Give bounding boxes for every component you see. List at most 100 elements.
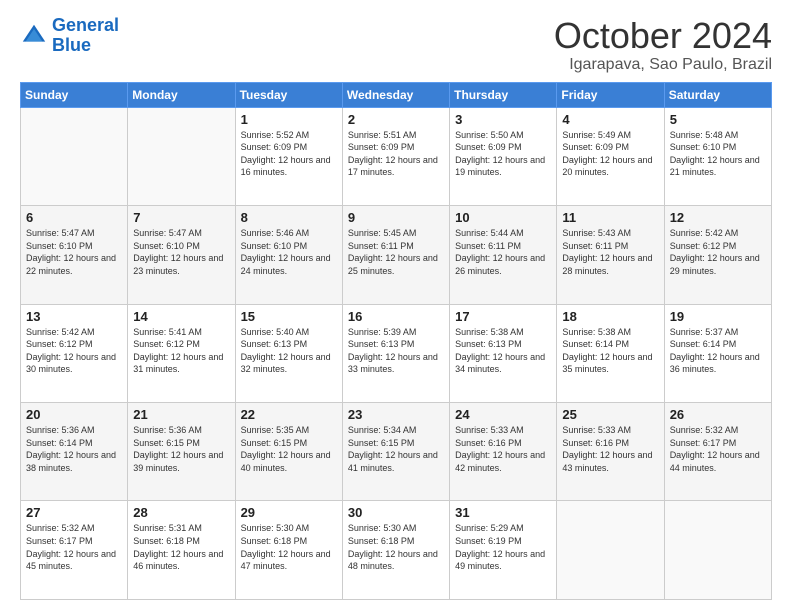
calendar-body: 1Sunrise: 5:52 AMSunset: 6:09 PMDaylight…	[21, 107, 772, 599]
day-info: Sunrise: 5:30 AMSunset: 6:18 PMDaylight:…	[241, 522, 337, 572]
calendar-cell: 12 Sunrise: 5:42 AMSunset: 6:12 PMDayligh…	[664, 206, 771, 304]
calendar-cell: 5 Sunrise: 5:48 AMSunset: 6:10 PMDaylight…	[664, 107, 771, 205]
day-info: Sunrise: 5:33 AMSunset: 6:16 PMDaylight:…	[455, 424, 551, 474]
day-number: 25	[562, 407, 658, 422]
day-info: Sunrise: 5:32 AMSunset: 6:17 PMDaylight:…	[670, 424, 766, 474]
logo-blue: Blue	[52, 35, 91, 55]
location: Igarapava, Sao Paulo, Brazil	[554, 56, 772, 74]
calendar-cell: 8 Sunrise: 5:46 AMSunset: 6:10 PMDaylight…	[235, 206, 342, 304]
calendar-week-2: 6Sunrise: 5:47 AMSunset: 6:10 PMDaylight…	[21, 206, 772, 304]
day-number: 9	[348, 210, 444, 225]
day-info: Sunrise: 5:44 AMSunset: 6:11 PMDaylight:…	[455, 227, 551, 277]
day-number: 17	[455, 309, 551, 324]
day-info: Sunrise: 5:36 AMSunset: 6:14 PMDaylight:…	[26, 424, 122, 474]
calendar-cell: 29 Sunrise: 5:30 AMSunset: 6:18 PMDayligh…	[235, 501, 342, 600]
day-info: Sunrise: 5:43 AMSunset: 6:11 PMDaylight:…	[562, 227, 658, 277]
top-section: General Blue October 2024 Igarapava, Sao…	[20, 16, 772, 74]
calendar-cell	[21, 107, 128, 205]
calendar-cell: 19Sunrise: 5:37 AMSunset: 6:14 PMDayligh…	[664, 304, 771, 402]
day-number: 11	[562, 210, 658, 225]
calendar-cell: 28 Sunrise: 5:31 AMSunset: 6:18 PMDayligh…	[128, 501, 235, 600]
day-number: 18	[562, 309, 658, 324]
calendar-cell: 24 Sunrise: 5:33 AMSunset: 6:16 PMDayligh…	[450, 403, 557, 501]
day-number: 4	[562, 112, 658, 127]
day-info: Sunrise: 5:39 AMSunset: 6:13 PMDaylight:…	[348, 326, 444, 376]
calendar-cell: 23 Sunrise: 5:34 AMSunset: 6:15 PMDayligh…	[342, 403, 449, 501]
day-info: Sunrise: 5:46 AMSunset: 6:10 PMDaylight:…	[241, 227, 337, 277]
col-monday: Monday	[128, 82, 235, 107]
day-number: 28	[133, 505, 229, 520]
calendar-cell: 22 Sunrise: 5:35 AMSunset: 6:15 PMDayligh…	[235, 403, 342, 501]
day-number: 27	[26, 505, 122, 520]
day-number: 31	[455, 505, 551, 520]
logo: General Blue	[20, 16, 119, 56]
calendar-cell	[557, 501, 664, 600]
day-info: Sunrise: 5:50 AMSunset: 6:09 PMDaylight:…	[455, 129, 551, 179]
day-number: 14	[133, 309, 229, 324]
calendar-cell: 27 Sunrise: 5:32 AMSunset: 6:17 PMDayligh…	[21, 501, 128, 600]
day-info: Sunrise: 5:41 AMSunset: 6:12 PMDaylight:…	[133, 326, 229, 376]
col-saturday: Saturday	[664, 82, 771, 107]
month-title: October 2024	[554, 16, 772, 56]
day-info: Sunrise: 5:35 AMSunset: 6:15 PMDaylight:…	[241, 424, 337, 474]
calendar-header: Sunday Monday Tuesday Wednesday Thursday…	[21, 82, 772, 107]
col-wednesday: Wednesday	[342, 82, 449, 107]
day-info: Sunrise: 5:34 AMSunset: 6:15 PMDaylight:…	[348, 424, 444, 474]
day-number: 7	[133, 210, 229, 225]
logo-general: General	[52, 15, 119, 35]
day-info: Sunrise: 5:48 AMSunset: 6:10 PMDaylight:…	[670, 129, 766, 179]
calendar-cell: 6Sunrise: 5:47 AMSunset: 6:10 PMDaylight…	[21, 206, 128, 304]
day-number: 8	[241, 210, 337, 225]
day-info: Sunrise: 5:51 AMSunset: 6:09 PMDaylight:…	[348, 129, 444, 179]
calendar-cell: 10 Sunrise: 5:44 AMSunset: 6:11 PMDayligh…	[450, 206, 557, 304]
day-info: Sunrise: 5:32 AMSunset: 6:17 PMDaylight:…	[26, 522, 122, 572]
logo-icon	[20, 22, 48, 50]
header-right: October 2024 Igarapava, Sao Paulo, Brazi…	[554, 16, 772, 74]
calendar-week-3: 13 Sunrise: 5:42 AMSunset: 6:12 PMDayligh…	[21, 304, 772, 402]
day-number: 29	[241, 505, 337, 520]
day-number: 24	[455, 407, 551, 422]
day-number: 26	[670, 407, 766, 422]
day-number: 5	[670, 112, 766, 127]
calendar-cell	[664, 501, 771, 600]
calendar-cell: 17Sunrise: 5:38 AMSunset: 6:13 PMDayligh…	[450, 304, 557, 402]
page: General Blue October 2024 Igarapava, Sao…	[0, 0, 792, 612]
day-number: 6	[26, 210, 122, 225]
day-info: Sunrise: 5:42 AMSunset: 6:12 PMDaylight:…	[26, 326, 122, 376]
day-number: 13	[26, 309, 122, 324]
calendar-cell: 7Sunrise: 5:47 AMSunset: 6:10 PMDaylight…	[128, 206, 235, 304]
day-number: 23	[348, 407, 444, 422]
day-number: 21	[133, 407, 229, 422]
day-info: Sunrise: 5:40 AMSunset: 6:13 PMDaylight:…	[241, 326, 337, 376]
day-number: 22	[241, 407, 337, 422]
calendar-cell: 13 Sunrise: 5:42 AMSunset: 6:12 PMDayligh…	[21, 304, 128, 402]
col-tuesday: Tuesday	[235, 82, 342, 107]
col-thursday: Thursday	[450, 82, 557, 107]
day-number: 2	[348, 112, 444, 127]
day-info: Sunrise: 5:38 AMSunset: 6:14 PMDaylight:…	[562, 326, 658, 376]
day-info: Sunrise: 5:33 AMSunset: 6:16 PMDaylight:…	[562, 424, 658, 474]
calendar-cell: 1Sunrise: 5:52 AMSunset: 6:09 PMDaylight…	[235, 107, 342, 205]
calendar-cell: 3Sunrise: 5:50 AMSunset: 6:09 PMDaylight…	[450, 107, 557, 205]
day-info: Sunrise: 5:49 AMSunset: 6:09 PMDaylight:…	[562, 129, 658, 179]
col-sunday: Sunday	[21, 82, 128, 107]
logo-text: General Blue	[52, 16, 119, 56]
col-friday: Friday	[557, 82, 664, 107]
calendar-cell: 25 Sunrise: 5:33 AMSunset: 6:16 PMDayligh…	[557, 403, 664, 501]
calendar-cell: 30Sunrise: 5:30 AMSunset: 6:18 PMDayligh…	[342, 501, 449, 600]
day-number: 12	[670, 210, 766, 225]
day-info: Sunrise: 5:31 AMSunset: 6:18 PMDaylight:…	[133, 522, 229, 572]
day-info: Sunrise: 5:42 AMSunset: 6:12 PMDaylight:…	[670, 227, 766, 277]
day-number: 30	[348, 505, 444, 520]
calendar-cell: 16Sunrise: 5:39 AMSunset: 6:13 PMDayligh…	[342, 304, 449, 402]
calendar-cell: 11 Sunrise: 5:43 AMSunset: 6:11 PMDayligh…	[557, 206, 664, 304]
calendar-week-5: 27 Sunrise: 5:32 AMSunset: 6:17 PMDayligh…	[21, 501, 772, 600]
day-number: 10	[455, 210, 551, 225]
calendar-cell: 31Sunrise: 5:29 AMSunset: 6:19 PMDayligh…	[450, 501, 557, 600]
header-row: Sunday Monday Tuesday Wednesday Thursday…	[21, 82, 772, 107]
calendar-cell: 14 Sunrise: 5:41 AMSunset: 6:12 PMDayligh…	[128, 304, 235, 402]
calendar-cell: 20Sunrise: 5:36 AMSunset: 6:14 PMDayligh…	[21, 403, 128, 501]
day-info: Sunrise: 5:36 AMSunset: 6:15 PMDaylight:…	[133, 424, 229, 474]
calendar-cell: 18 Sunrise: 5:38 AMSunset: 6:14 PMDayligh…	[557, 304, 664, 402]
calendar-cell: 15Sunrise: 5:40 AMSunset: 6:13 PMDayligh…	[235, 304, 342, 402]
